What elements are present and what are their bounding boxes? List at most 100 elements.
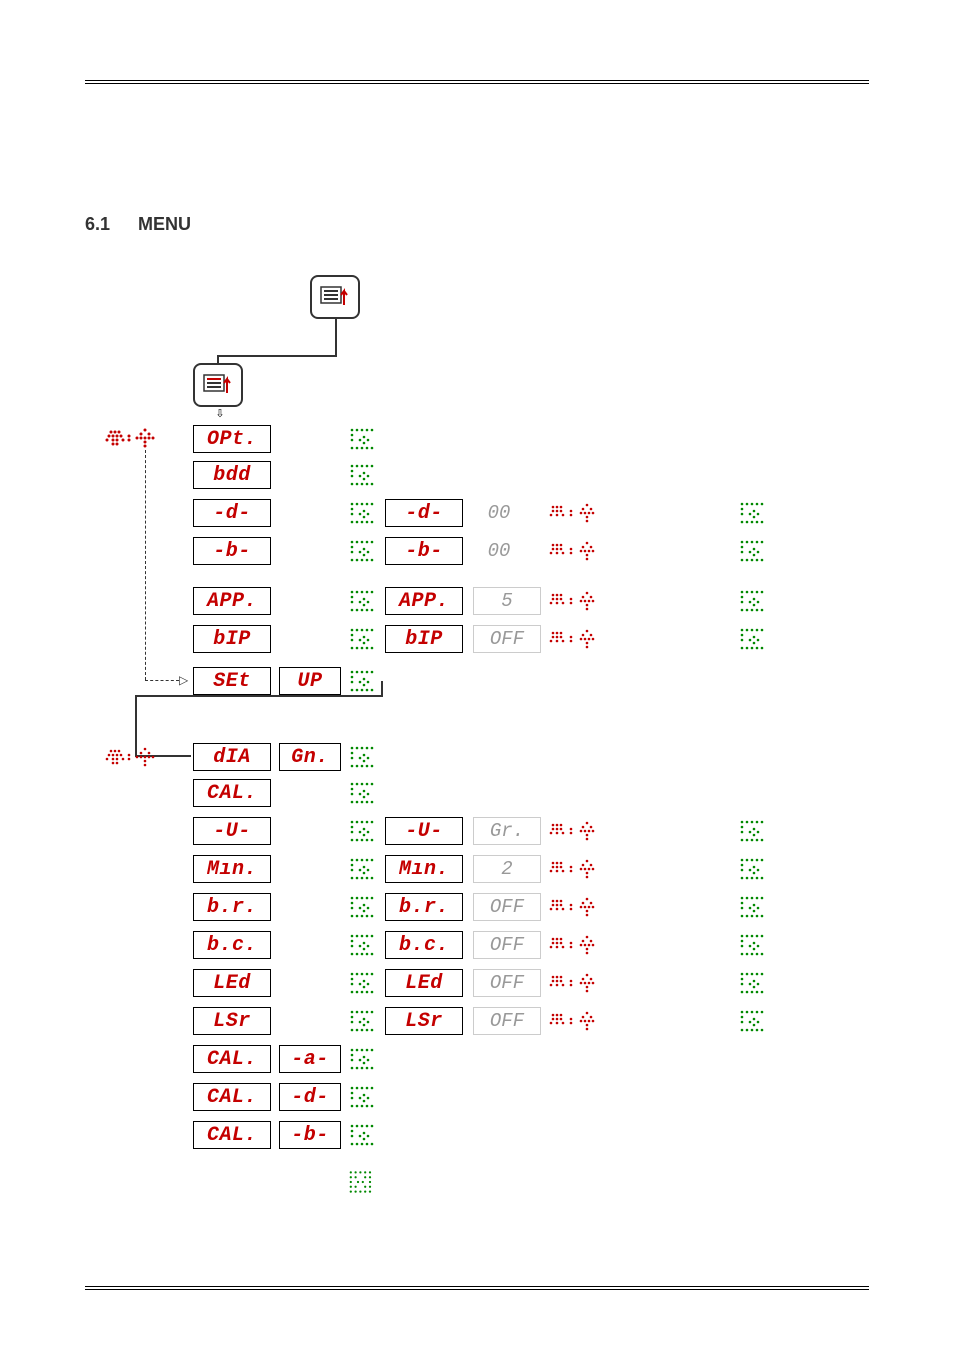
menu-item-dia: dIA	[193, 743, 271, 771]
menu-value-u: Gr.	[473, 817, 541, 845]
section-heading: 6.1 MENU	[85, 214, 869, 235]
menu-sub-led: LEd	[385, 969, 463, 997]
nav-arrows-icon	[547, 933, 603, 957]
menu-item-set: SEt	[193, 667, 271, 695]
seg-return-icon	[349, 781, 379, 805]
seg-return-icon	[349, 669, 379, 693]
menu-diagram: ⇩ ▷ OPt.	[85, 275, 869, 1215]
seg-return-icon	[739, 971, 769, 995]
nav-arrows-icon	[547, 539, 603, 563]
menu-aux-a: -a-	[279, 1045, 341, 1073]
menu-item-cal-b: CAL.	[193, 1121, 271, 1149]
heading-number: 6.1	[85, 214, 110, 235]
menu-item-bdd: bdd	[193, 461, 271, 489]
menu-sub-app: APP.	[385, 587, 463, 615]
top-rule	[85, 80, 869, 84]
menu-sub-bc: b.c.	[385, 931, 463, 959]
menu-item-opt: OPt.	[193, 425, 271, 453]
menu-item-d: -d-	[193, 499, 271, 527]
menu-item-br: b.r.	[193, 893, 271, 921]
nav-arrows-icon	[547, 501, 603, 525]
menu-item-min: Mın.	[193, 855, 271, 883]
connector-line	[381, 681, 383, 695]
seg-return-icon	[739, 819, 769, 843]
menu-item-bc: b.c.	[193, 931, 271, 959]
menu-aux-gn: Gn.	[279, 743, 341, 771]
menu-value-min: 2	[473, 855, 541, 883]
seg-return-icon	[349, 501, 379, 525]
seg-return-icon	[349, 971, 379, 995]
menu-sub-min: Mın.	[385, 855, 463, 883]
seg-return-icon	[349, 427, 379, 451]
menu-key-icon	[193, 363, 243, 407]
seg-return-icon	[739, 501, 769, 525]
nav-arrows-icon	[547, 819, 603, 843]
seg-return-icon	[739, 1009, 769, 1033]
seg-return-icon	[349, 627, 379, 651]
menu-aux-d: -d-	[279, 1083, 341, 1111]
menu-item-led: LEd	[193, 969, 271, 997]
menu-item-cal-d: CAL.	[193, 1083, 271, 1111]
menu-item-cal-a: CAL.	[193, 1045, 271, 1073]
nav-arrows-icon	[547, 627, 603, 651]
nav-arrows-icon	[105, 745, 161, 769]
seg-return-icon	[349, 1085, 379, 1109]
seg-return-icon	[349, 895, 379, 919]
menu-value-b: 00	[469, 537, 529, 565]
menu-aux-up: UP	[279, 667, 341, 695]
menu-item-app: APP.	[193, 587, 271, 615]
menu-value-br: OFF	[473, 893, 541, 921]
menu-sub-d: -d-	[385, 499, 463, 527]
seg-return-icon	[739, 933, 769, 957]
nav-arrows-icon	[547, 1009, 603, 1033]
menu-sub-b: -b-	[385, 537, 463, 565]
nav-arrows-icon	[547, 857, 603, 881]
connector-dashed	[145, 680, 179, 681]
seg-return-icon	[739, 627, 769, 651]
seg-return-icon	[349, 539, 379, 563]
menu-sub-bip: bIP	[385, 625, 463, 653]
menu-key-icon	[310, 275, 360, 319]
heading-title: MENU	[138, 214, 191, 235]
seg-return-icon	[739, 857, 769, 881]
seg-return-icon	[349, 745, 379, 769]
menu-item-bip: bIP	[193, 625, 271, 653]
menu-value-bip: OFF	[473, 625, 541, 653]
menu-aux-b: -b-	[279, 1121, 341, 1149]
seg-return-icon	[349, 857, 379, 881]
seg-return-icon	[739, 589, 769, 613]
connector-line	[335, 319, 337, 355]
menu-value-app: 5	[473, 587, 541, 615]
menu-item-b: -b-	[193, 537, 271, 565]
menu-value-d: 00	[469, 499, 529, 527]
connector-line	[217, 355, 219, 363]
menu-sub-br: b.r.	[385, 893, 463, 921]
seg-return-icon	[349, 1009, 379, 1033]
seg-return-icon	[349, 819, 379, 843]
seg-return-icon	[739, 539, 769, 563]
seg-return-icon	[349, 1047, 379, 1071]
menu-sub-u: -U-	[385, 817, 463, 845]
seg-return-icon	[349, 463, 379, 487]
bottom-rule	[85, 1286, 869, 1290]
nav-arrows-icon	[547, 895, 603, 919]
nav-arrows-icon	[547, 971, 603, 995]
seg-return-icon	[739, 895, 769, 919]
nav-arrows-icon	[105, 426, 161, 450]
triangle-right-icon: ▷	[179, 673, 188, 687]
menu-sub-lsr: LSr	[385, 1007, 463, 1035]
menu-value-lsr: OFF	[473, 1007, 541, 1035]
seg-return-icon	[349, 589, 379, 613]
menu-value-bc: OFF	[473, 931, 541, 959]
seg-return-icon	[349, 933, 379, 957]
menu-value-led: OFF	[473, 969, 541, 997]
connector-line	[217, 355, 337, 357]
seg-return-icon	[349, 1123, 379, 1147]
menu-item-u: -U-	[193, 817, 271, 845]
nav-arrows-icon	[547, 589, 603, 613]
connector-line	[135, 695, 383, 697]
connector-dashed	[145, 450, 146, 680]
arrow-down-icon: ⇩	[215, 409, 225, 419]
menu-item-lsr: LSr	[193, 1007, 271, 1035]
menu-item-cal: CAL.	[193, 779, 271, 807]
